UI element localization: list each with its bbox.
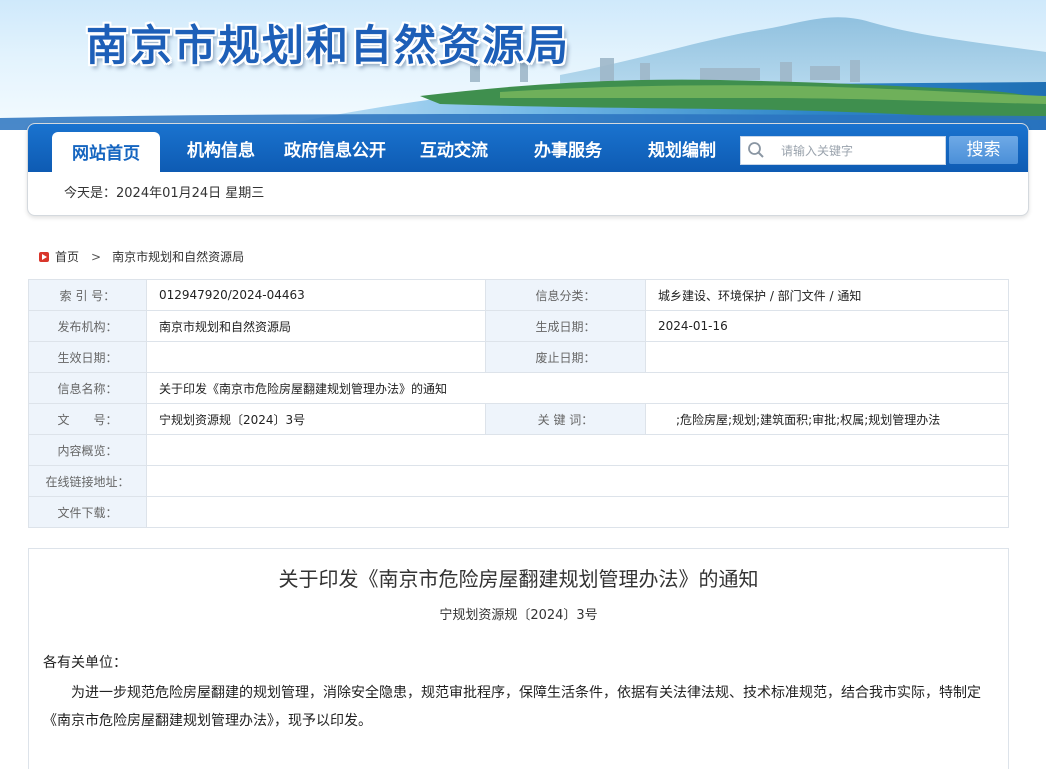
article-salutation: 各有关单位： (43, 655, 127, 671)
header-banner: 南京市规划和自然资源局 (0, 0, 1046, 130)
content-preview-label: 内容概览： (28, 434, 147, 466)
article-paragraph-line-1: 为进一步规范危险房屋翻建的规划管理，消除安全隐患，规范审批程序，保障生活条件，依… (71, 685, 981, 701)
created-date-value: 2024-01-16 (645, 310, 1009, 342)
breadcrumb: 首页 > 南京市规划和自然资源局 (39, 248, 244, 265)
table-row: 文件下载： (28, 496, 1009, 528)
publisher-value: 南京市规划和自然资源局 (146, 310, 486, 342)
online-link-label: 在线链接地址： (28, 465, 147, 497)
article-body: 关于印发《南京市危险房屋翻建规划管理办法》的通知 宁规划资源规〔2024〕3号 … (28, 548, 1009, 769)
online-link-value[interactable] (146, 465, 1009, 497)
doc-number-label: 文 号： (28, 403, 147, 435)
category-label: 信息分类： (485, 279, 646, 311)
info-name-value: 关于印发《南京市危险房屋翻建规划管理办法》的通知 (146, 372, 1009, 404)
table-row: 发布机构： 南京市规划和自然资源局 生成日期： 2024-01-16 (28, 310, 1009, 342)
breadcrumb-separator: > (91, 249, 102, 264)
today-date: 今天是：2024年01月24日 星期三 (64, 186, 265, 201)
repeal-date-value (645, 341, 1009, 373)
table-row: 信息名称： 关于印发《南京市危险房屋翻建规划管理办法》的通知 (28, 372, 1009, 404)
effective-date-label: 生效日期： (28, 341, 147, 373)
doc-number-value: 宁规划资源规〔2024〕3号 (146, 403, 486, 435)
table-row: 生效日期： 废止日期： (28, 341, 1009, 373)
table-row: 内容概览： (28, 434, 1009, 466)
content-preview-value (146, 434, 1009, 466)
keywords-label: 关 键 词： (485, 403, 646, 435)
nav-home[interactable]: 网站首页 (52, 132, 160, 172)
index-value: 012947920/2024-04463 (146, 279, 486, 311)
effective-date-value (146, 341, 486, 373)
main-navigation: 网站首页 机构信息 政府信息公开 互动交流 办事服务 规划编制 搜索 今天是：2… (27, 123, 1029, 216)
nav-bar: 网站首页 机构信息 政府信息公开 互动交流 办事服务 规划编制 搜索 (28, 124, 1028, 172)
table-row: 索 引 号： 012947920/2024-04463 信息分类： 城乡建设、环… (28, 279, 1009, 311)
breadcrumb-home-link[interactable]: 首页 (55, 248, 79, 265)
nav-planning[interactable]: 规划编制 (634, 124, 730, 172)
keywords-value: ;危险房屋;规划;建筑面积;审批;权属;规划管理办法 (645, 403, 1009, 435)
table-row: 在线链接地址： (28, 465, 1009, 497)
article-paragraph-line-2: 《南京市危险房屋翻建规划管理办法》，现予以印发。 (43, 713, 372, 729)
created-date-label: 生成日期： (485, 310, 646, 342)
search-icon (748, 142, 764, 158)
nav-services[interactable]: 办事服务 (520, 124, 616, 172)
article-title: 关于印发《南京市危险房屋翻建规划管理办法》的通知 (278, 567, 759, 591)
info-name-label: 信息名称： (28, 372, 147, 404)
search-box (740, 136, 946, 165)
site-title: 南京市规划和自然资源局 (86, 21, 571, 70)
publisher-label: 发布机构： (28, 310, 147, 342)
nav-org-info[interactable]: 机构信息 (174, 124, 268, 172)
index-label: 索 引 号： (28, 279, 147, 311)
breadcrumb-current[interactable]: 南京市规划和自然资源局 (112, 248, 244, 265)
search-input[interactable] (779, 140, 943, 162)
home-icon (39, 251, 49, 262)
nav-interaction[interactable]: 互动交流 (406, 124, 502, 172)
search-button[interactable]: 搜索 (949, 136, 1018, 164)
document-info-table: 索 引 号： 012947920/2024-04463 信息分类： 城乡建设、环… (28, 279, 1009, 528)
file-download-value[interactable] (146, 496, 1009, 528)
table-row: 文 号： 宁规划资源规〔2024〕3号 关 键 词： ;危险房屋;规划;建筑面积… (28, 403, 1009, 435)
nav-gov-info-public[interactable]: 政府信息公开 (276, 124, 394, 172)
article-doc-number: 宁规划资源规〔2024〕3号 (439, 608, 598, 623)
repeal-date-label: 废止日期： (485, 341, 646, 373)
file-download-label: 文件下载： (28, 496, 147, 528)
category-value: 城乡建设、环境保护 / 部门文件 / 通知 (645, 279, 1009, 311)
